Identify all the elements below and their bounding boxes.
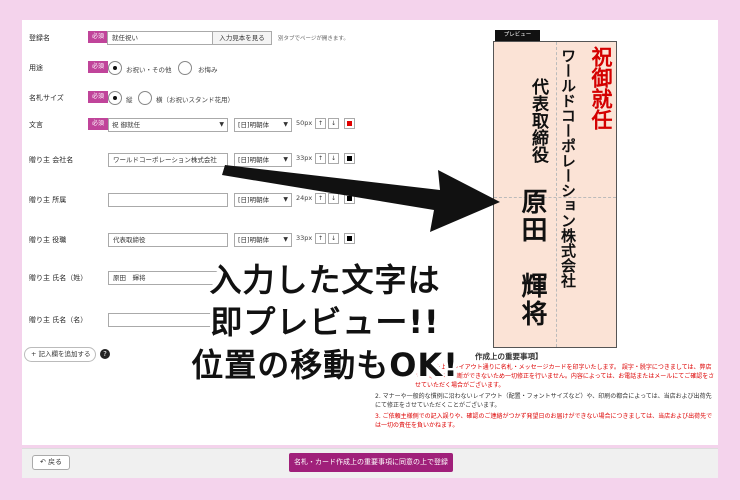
submit-button[interactable]: 名札・カード作成上の重要事項に同意の上で登録	[289, 453, 453, 472]
back-button[interactable]: ↶ 戻る	[32, 455, 70, 470]
overlay-line-1: 入力した文字は	[209, 261, 441, 299]
notes-text: ご依頼主様側での記入誤りや、確認のご連絡がつかず発望日のお届けができない場合につ…	[375, 413, 713, 429]
back-icon: ↶	[39, 458, 46, 466]
notes-text: マナーや一般的な慣例に沿わないレイアウト（配置・フォントサイズなど）や、印刷の都…	[375, 393, 712, 409]
notes-item: 2. マナーや一般的な慣例に沿わないレイアウト（配置・フォントサイズなど）や、印…	[375, 393, 712, 409]
overlay-line-2: 即プレビュー!!	[210, 303, 440, 341]
overlay-line-3: 位置の移動もOK!	[191, 346, 459, 384]
notes-title: 作成上の重要事項】	[475, 352, 543, 361]
back-label: 戻る	[48, 458, 63, 466]
notes-item: 3. ご依頼主様側での記入誤りや、確認のご連絡がつかず発望日のお届けができない場…	[375, 413, 713, 429]
